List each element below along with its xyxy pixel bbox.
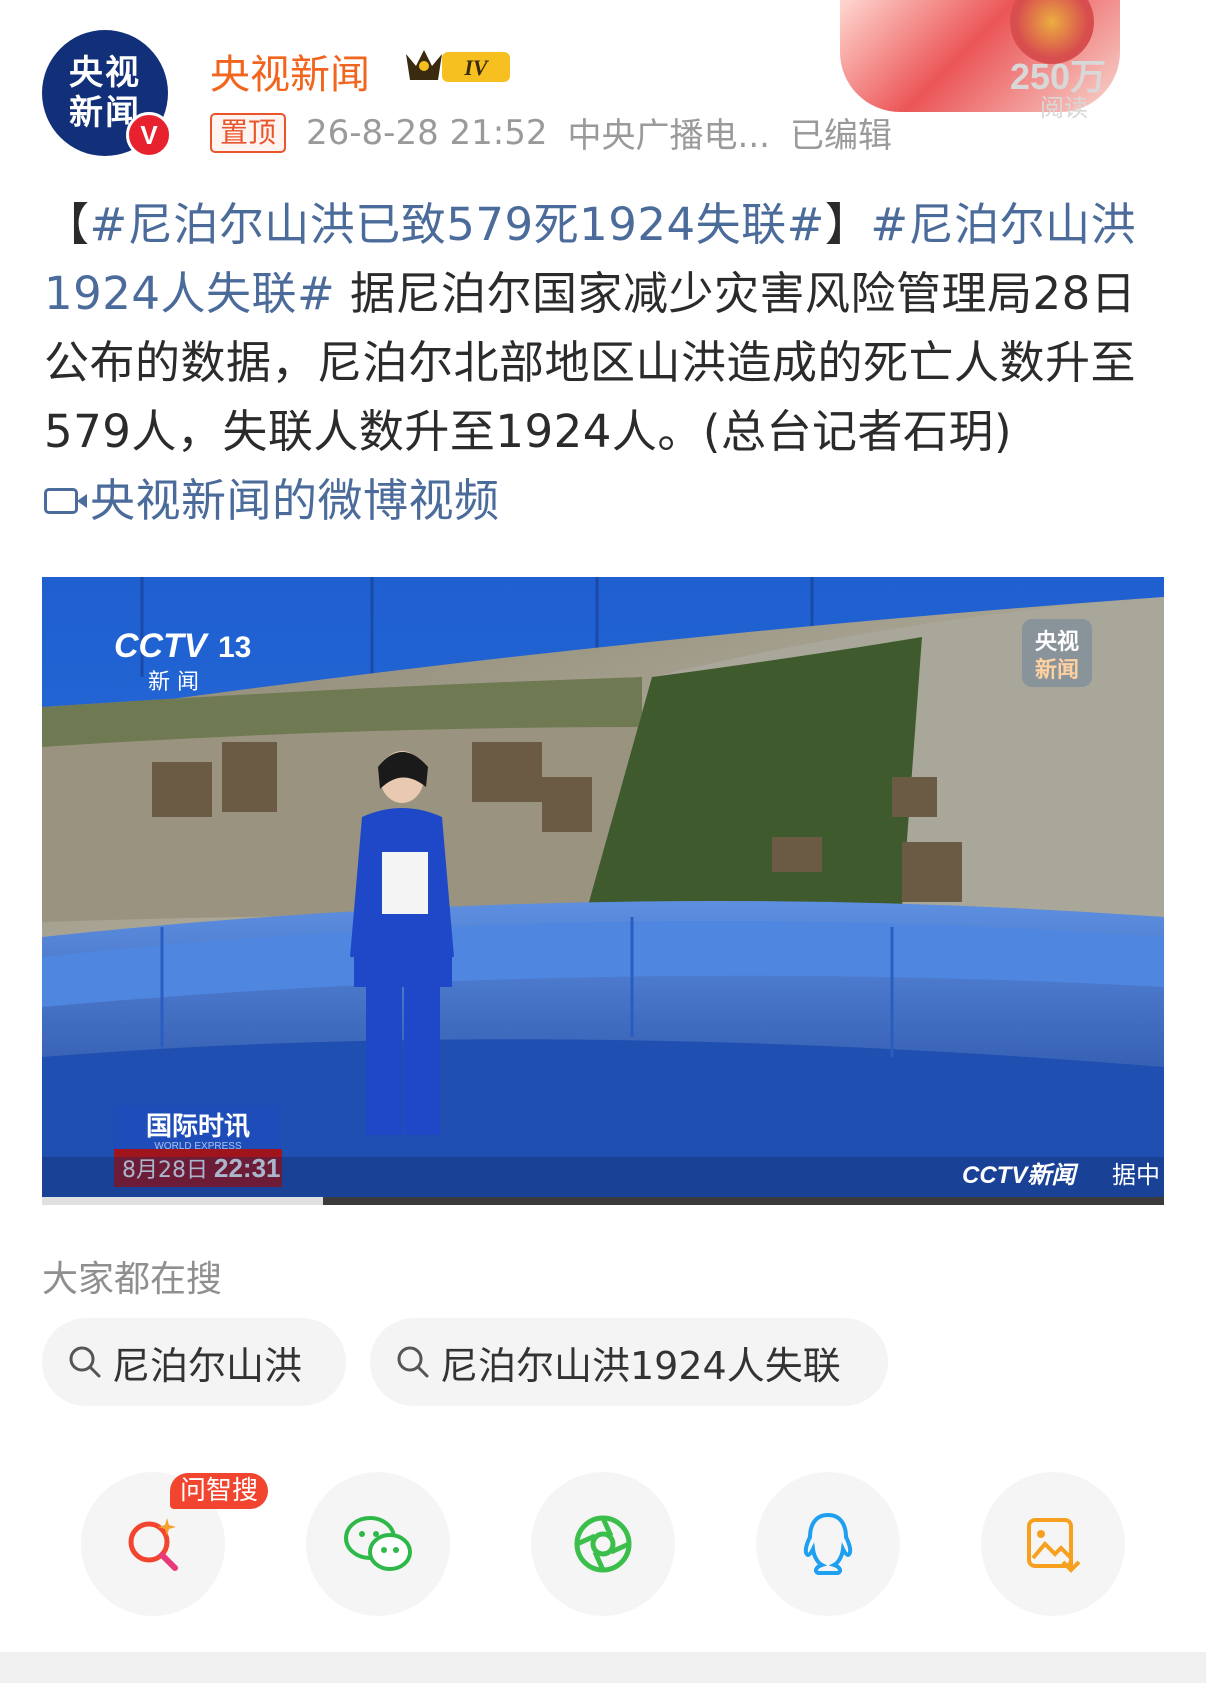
save-image-button[interactable] — [981, 1472, 1125, 1616]
channel-logo: CCTV — [114, 627, 210, 665]
read-label: 阅读 — [1040, 94, 1088, 122]
search-chip-label: 尼泊尔山洪 — [112, 1343, 303, 1388]
video-camera-icon — [44, 487, 87, 514]
qq-icon — [803, 1512, 853, 1575]
hashtag-topic-1[interactable]: #尼泊尔山洪已致579死1924失联# — [90, 198, 825, 251]
save-image-icon — [1027, 1518, 1081, 1573]
level-crown-badge: IV — [406, 50, 510, 82]
moments-icon — [574, 1515, 632, 1573]
bracket-close: 】 — [824, 198, 871, 251]
video-link-label: 央视新闻的微博视频 — [90, 474, 500, 527]
channel-sub: 新 闻 — [148, 670, 199, 695]
timestamp: 26-8-28 21:52 — [306, 112, 548, 153]
trending-search-title: 大家都在搜 — [42, 1259, 223, 1300]
ai-search-badge: 问智搜 — [170, 1473, 269, 1509]
program-name: 国际时讯 — [146, 1112, 250, 1142]
video-progress-fill — [42, 1197, 323, 1205]
level-badge-text: IV — [463, 55, 490, 80]
pinned-badge: 置顶 — [210, 112, 287, 153]
bottom-brand: CCTV新闻 — [962, 1162, 1079, 1189]
source[interactable]: 中央广播电... — [568, 108, 770, 157]
account-name[interactable]: 央视新闻 — [210, 42, 370, 100]
bottom-ticker-text: 据中 — [1112, 1161, 1160, 1189]
corner-logo-line2: 新闻 — [1035, 657, 1079, 683]
channel-number: 13 — [218, 631, 251, 664]
wechat-share-button[interactable] — [306, 1472, 450, 1616]
bracket-open: 【 — [44, 198, 90, 251]
corner-logo-line1: 央视 — [1035, 629, 1079, 655]
ai-search-icon — [128, 1518, 178, 1571]
search-chip-2[interactable]: 尼泊尔山洪1924人失联 — [370, 1318, 888, 1406]
bottom-divider — [0, 1652, 1206, 1683]
search-icon — [397, 1346, 429, 1378]
post-text: 【#尼泊尔山洪已致579死1924失联#】#尼泊尔山洪1924人失联# 据尼泊尔… — [44, 190, 1164, 535]
search-chip-label: 尼泊尔山洪1924人失联 — [440, 1343, 841, 1388]
video-player[interactable]: CCTV 13 新 闻 央视 新闻 国际时讯 WORLD EXPRESS 8月2… — [42, 577, 1164, 1205]
post-meta: 置顶 26-8-28 21:52 中央广播电... 已编辑 — [210, 108, 892, 157]
wechat-icon — [344, 1516, 412, 1571]
post-header: 250万 阅读 央视 新闻 V 央视新闻 IV 置顶 26-8-28 21:52… — [0, 0, 1206, 165]
video-frame: CCTV 13 新 闻 央视 新闻 国际时讯 WORLD EXPRESS 8月2… — [42, 577, 1164, 1205]
avatar[interactable]: 央视 新闻 V — [42, 30, 172, 158]
qq-share-button[interactable] — [756, 1472, 900, 1616]
verified-badge: V — [126, 112, 172, 158]
moments-share-button[interactable] — [531, 1472, 675, 1616]
video-link[interactable]: 央视新闻的微博视频 — [44, 466, 1164, 535]
search-chip-1[interactable]: 尼泊尔山洪 — [42, 1318, 346, 1406]
search-icon — [69, 1346, 101, 1378]
avatar-text-line1: 央视 — [69, 53, 141, 93]
edited-label[interactable]: 已编辑 — [790, 108, 892, 157]
